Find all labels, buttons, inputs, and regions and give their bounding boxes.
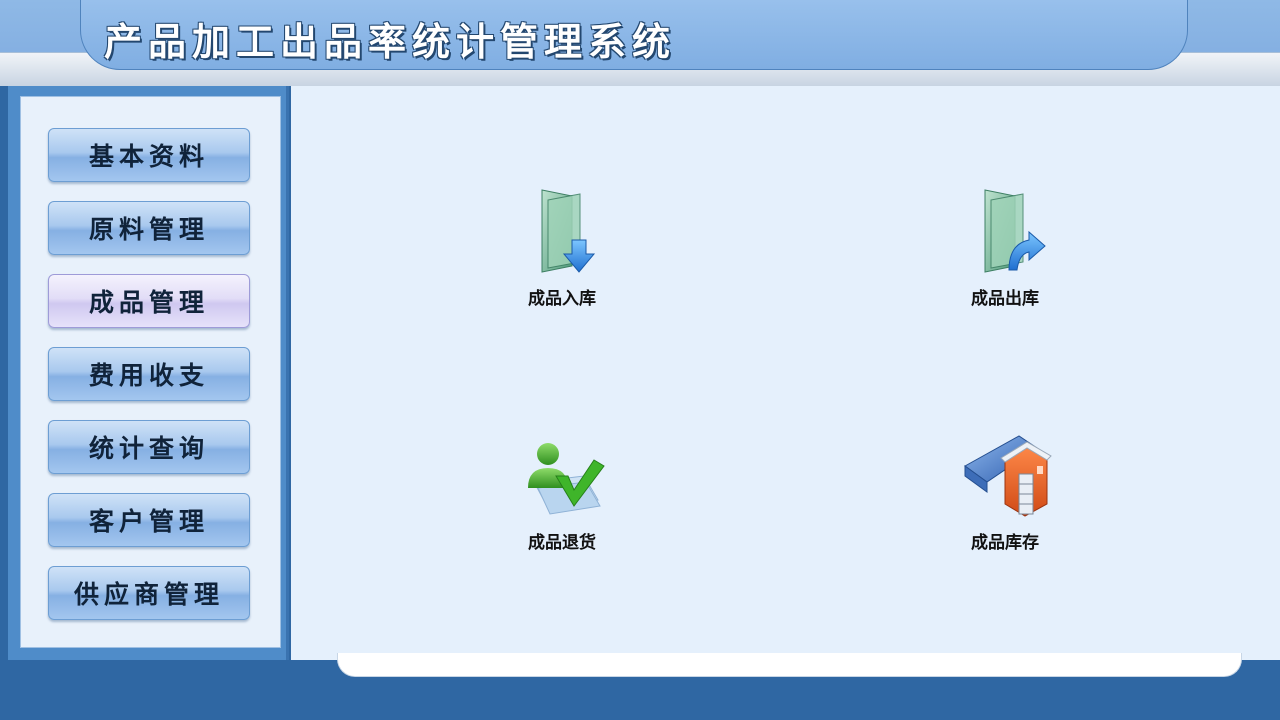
sidebar-item-expenses[interactable]: 费用收支	[48, 347, 250, 401]
warehouse-icon	[964, 435, 1052, 517]
sidebar-item-label: 原料管理	[88, 215, 209, 244]
sidebar: 基本资料 原料管理 成品管理 费用收支 统计查询 客户管理 供应商管理	[8, 86, 289, 660]
feature-label: 成品退货	[528, 533, 596, 553]
sidebar-item-label: 基本资料	[88, 142, 209, 171]
sidebar-item-label: 费用收支	[88, 361, 209, 390]
feature-stock-in[interactable]: 成品入库	[472, 182, 652, 322]
sidebar-item-basic-data[interactable]: 基本资料	[48, 128, 250, 182]
sidebar-item-label: 客户管理	[88, 507, 209, 536]
feature-label: 成品出库	[971, 289, 1039, 309]
sidebar-item-label: 成品管理	[88, 288, 209, 317]
app-title: 产品加工出品率统计管理系统	[104, 20, 677, 64]
folder-export-icon	[984, 189, 1046, 273]
feature-inventory[interactable]: 成品库存	[915, 426, 1095, 566]
sidebar-item-label: 供应商管理	[73, 580, 224, 609]
bottom-bar	[337, 653, 1242, 677]
sidebar-panel: 基本资料 原料管理 成品管理 费用收支 统计查询 客户管理 供应商管理	[20, 96, 281, 648]
main-panel: 成品入库 成品出库 成品退货 成品库存	[291, 86, 1280, 660]
user-return-check-icon	[528, 443, 605, 515]
feature-returns[interactable]: 成品退货	[472, 426, 652, 566]
title-bar: 产品加工出品率统计管理系统	[0, 0, 1280, 86]
folder-download-icon	[541, 189, 596, 273]
sidebar-item-raw-material[interactable]: 原料管理	[48, 201, 250, 255]
feature-label: 成品库存	[971, 533, 1039, 553]
sidebar-item-customers[interactable]: 客户管理	[48, 493, 250, 547]
sidebar-item-suppliers[interactable]: 供应商管理	[48, 566, 250, 620]
feature-label: 成品入库	[528, 289, 596, 309]
sidebar-item-finished-product[interactable]: 成品管理	[48, 274, 250, 328]
sidebar-item-statistics[interactable]: 统计查询	[48, 420, 250, 474]
sidebar-item-label: 统计查询	[88, 434, 209, 463]
feature-stock-out[interactable]: 成品出库	[915, 182, 1095, 322]
